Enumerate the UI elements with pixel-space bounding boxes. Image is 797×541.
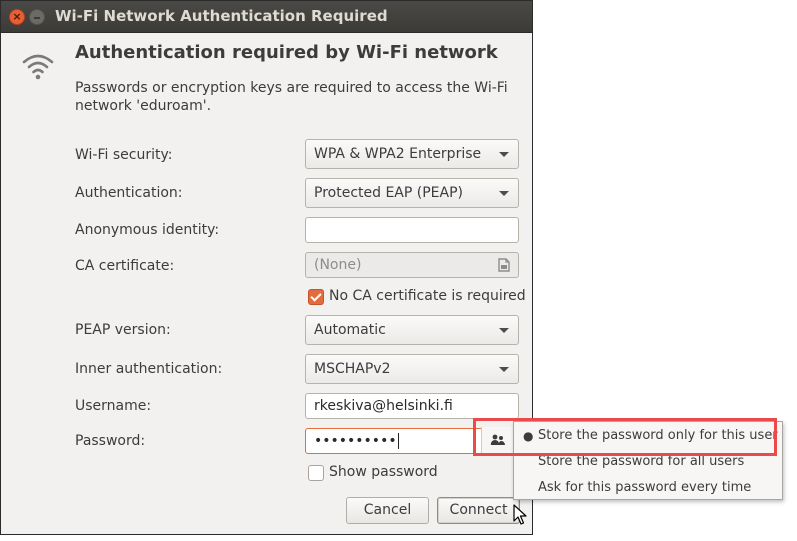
authentication-value: Protected EAP (PEAP) xyxy=(314,185,463,201)
anonymous-identity-input[interactable] xyxy=(305,217,519,243)
title-bar: × Wi-Fi Network Authentication Required xyxy=(1,1,532,33)
password-input[interactable]: •••••••••• xyxy=(305,428,483,454)
close-window-button[interactable]: × xyxy=(9,9,25,25)
connect-button[interactable]: Connect xyxy=(437,497,520,524)
authentication-select[interactable]: Protected EAP (PEAP) xyxy=(305,178,519,208)
dialog-description: Passwords or encryption keys are require… xyxy=(75,80,508,114)
inner-authentication-value: MSCHAPv2 xyxy=(314,361,391,377)
file-chooser-icon xyxy=(498,258,510,272)
dropdown-arrow-icon xyxy=(499,191,509,196)
wifi-icon xyxy=(22,54,54,80)
dialog-heading: Authentication required by Wi-Fi network xyxy=(75,42,498,63)
inner-authentication-select[interactable]: MSCHAPv2 xyxy=(305,354,519,384)
dropdown-arrow-icon xyxy=(499,367,509,372)
menu-item-ask-every-time[interactable]: Ask for this password every time xyxy=(514,477,782,499)
peap-version-select[interactable]: Automatic xyxy=(305,315,519,345)
no-ca-required-checkbox[interactable] xyxy=(308,289,324,305)
username-input[interactable]: rkeskiva@helsinki.fi xyxy=(305,393,519,419)
show-password-checkbox[interactable] xyxy=(308,465,324,481)
dropdown-arrow-icon xyxy=(499,328,509,333)
highlight-annotation xyxy=(473,418,777,456)
peap-version-value: Automatic xyxy=(314,322,386,338)
ca-certificate-chooser: (None) xyxy=(305,252,519,278)
ca-certificate-label: CA certificate: xyxy=(75,258,175,274)
show-password-label: Show password xyxy=(329,464,438,480)
anonymous-identity-label: Anonymous identity: xyxy=(75,222,220,238)
minimize-window-button[interactable] xyxy=(29,9,45,25)
mouse-pointer-icon xyxy=(513,504,527,525)
wifi-auth-dialog: × Wi-Fi Network Authentication Required … xyxy=(0,0,533,535)
password-label: Password: xyxy=(75,433,146,449)
ca-certificate-value: (None) xyxy=(314,257,362,273)
window-title: Wi-Fi Network Authentication Required xyxy=(55,7,388,25)
cancel-button[interactable]: Cancel xyxy=(346,497,429,524)
dropdown-arrow-icon xyxy=(499,152,509,157)
wifi-security-label: Wi-Fi security: xyxy=(75,147,173,163)
wifi-security-select[interactable]: WPA & WPA2 Enterprise xyxy=(305,139,519,169)
username-label: Username: xyxy=(75,398,152,414)
inner-authentication-label: Inner authentication: xyxy=(75,361,223,377)
menu-item-label: Ask for this password every time xyxy=(538,480,752,495)
text-cursor xyxy=(397,433,399,449)
peap-version-label: PEAP version: xyxy=(75,322,171,338)
wifi-security-value: WPA & WPA2 Enterprise xyxy=(314,146,482,162)
no-ca-required-label: No CA certificate is required xyxy=(329,288,526,304)
authentication-label: Authentication: xyxy=(75,185,183,201)
password-value: •••••••••• xyxy=(314,433,397,449)
